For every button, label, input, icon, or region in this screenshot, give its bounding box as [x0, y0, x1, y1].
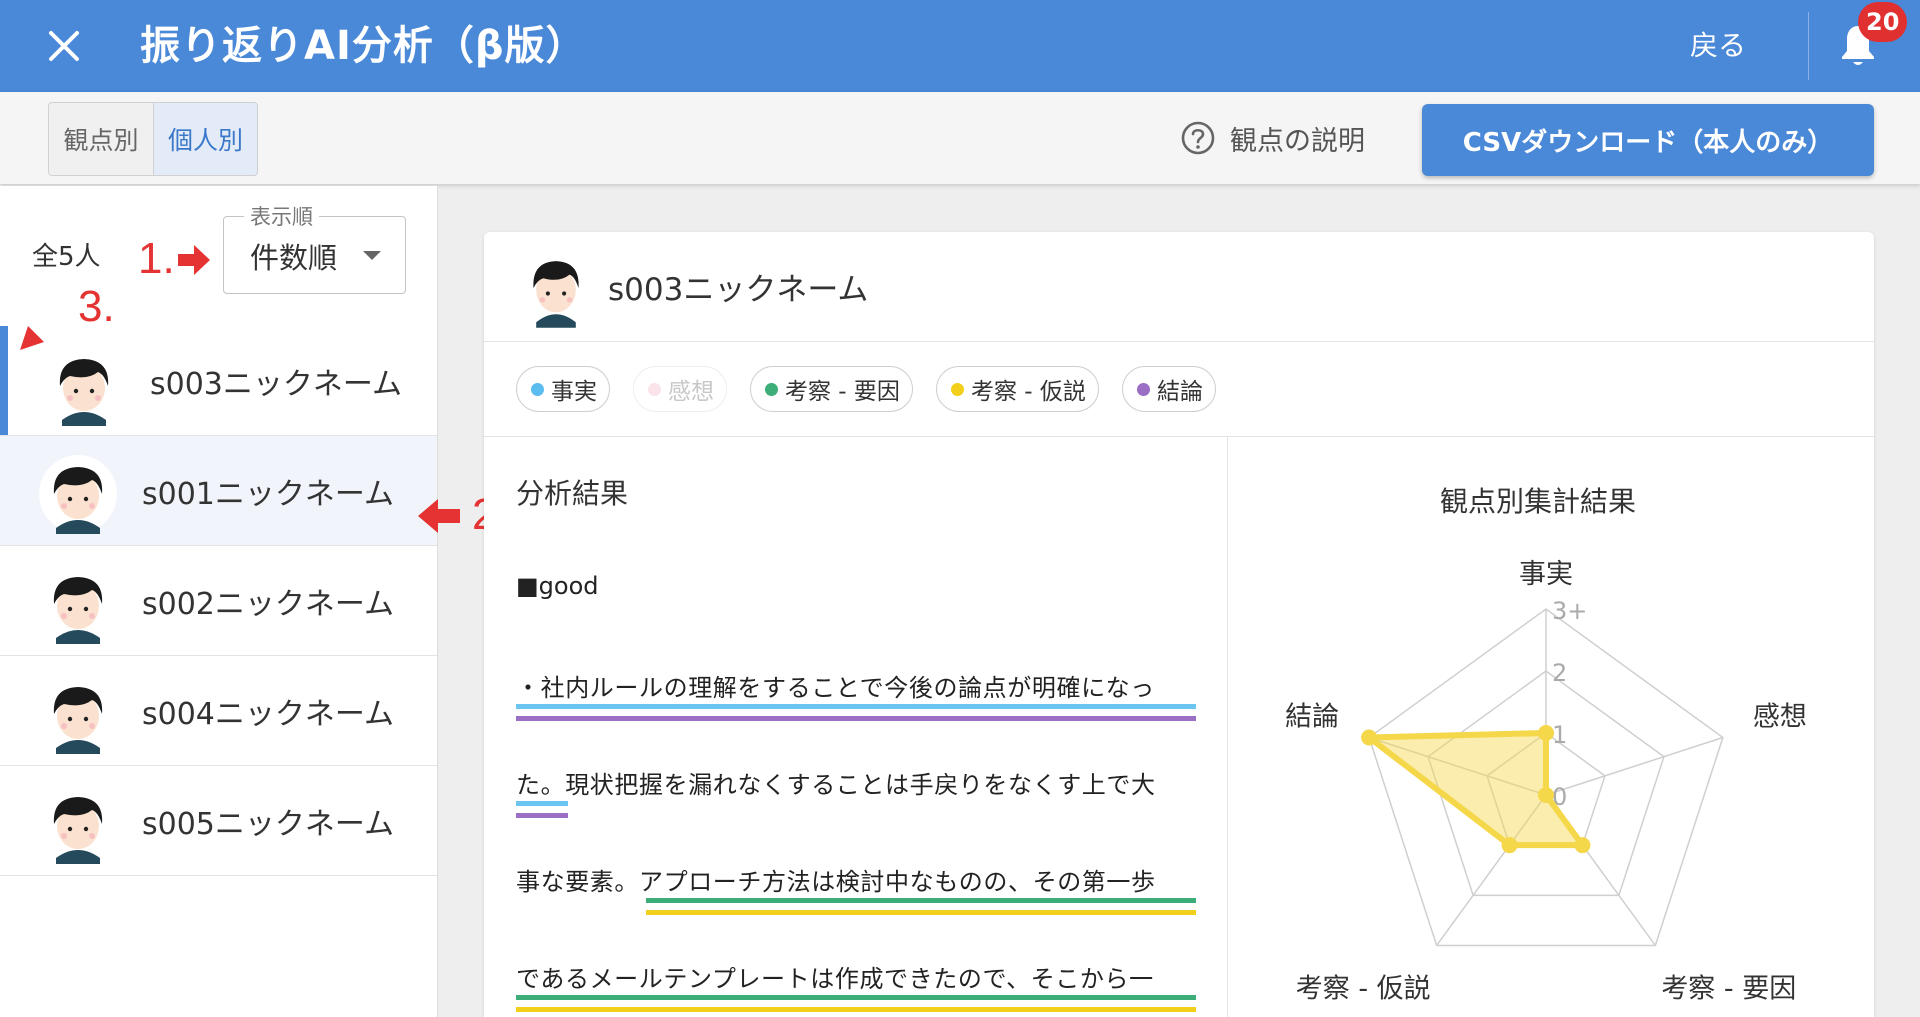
student-count: 全5人 [32, 242, 101, 272]
chip-label: 考察 - 仮説 [971, 379, 1086, 405]
conclusion-underline [516, 813, 568, 818]
chip-hypothesis[interactable]: 考察 - 仮説 [936, 366, 1099, 412]
chip-label: 感想 [668, 379, 714, 405]
annotation-1: 1. [138, 234, 175, 283]
radar-axis-label: 考察 - 仮説 [1296, 973, 1431, 1004]
chip-dot [648, 382, 661, 396]
radar-tick-label: 1 [1552, 721, 1567, 749]
tab-by-viewpoint[interactable]: 観点別 [49, 103, 153, 175]
avatar [53, 577, 103, 644]
fact-underline [516, 801, 568, 806]
viewpoint-filter-chips: 事実 感想 考察 - 要因 考察 - 仮説 結論 [484, 342, 1874, 437]
radar-data-point [1361, 729, 1378, 746]
hypothesis-underline [516, 1007, 1196, 1012]
factor-underline [516, 995, 1196, 1000]
annotation-3: 3. [78, 282, 115, 331]
student-list-item[interactable]: s002ニックネーム [0, 546, 437, 656]
close-icon[interactable] [40, 22, 88, 70]
student-list-item[interactable]: s001ニックネーム [0, 436, 437, 546]
radar-axis-label: 結論 [1285, 702, 1339, 733]
avatar [39, 455, 117, 534]
analysis-line: であるメールテンプレートは作成できたので、そこから一 [516, 965, 1154, 993]
chip-dot [765, 382, 778, 396]
radar-tick-label: 2 [1552, 659, 1567, 687]
chip-dot [1137, 382, 1150, 396]
sort-legend: 表示順 [244, 201, 319, 231]
notification-badge: 20 [1858, 2, 1908, 42]
chip-factor[interactable]: 考察 - 要因 [750, 366, 913, 412]
avatar [53, 797, 103, 864]
page-title: 振り返りAI分析（β版） [140, 23, 587, 69]
dropdown-arrow-icon [363, 251, 381, 260]
chip-label: 事実 [551, 379, 597, 405]
radar-tick-label: 3+ [1552, 597, 1587, 625]
student-list-item[interactable]: s003ニックネーム [0, 326, 437, 436]
card-header: s003ニックネーム [484, 232, 1874, 342]
good-heading: ■good [516, 572, 599, 600]
annotation-arrow-left-icon [418, 499, 460, 533]
radar-axis-label: 感想 [1753, 702, 1807, 733]
conclusion-underline [516, 716, 1196, 721]
avatar [533, 261, 579, 328]
analysis-line: ・社内ルールの理解をすることで今後の論点が明確になっ [516, 674, 1155, 702]
csv-download-button[interactable]: CSVダウンロード（本人のみ） [1422, 104, 1874, 176]
chip-dot [531, 382, 544, 396]
radar-data-point [1538, 787, 1554, 803]
help-label: 観点の説明 [1230, 125, 1365, 157]
avatar [53, 687, 103, 754]
viewpoint-help-link[interactable]: 観点の説明 [1180, 114, 1365, 162]
radar-data-point [1574, 837, 1591, 854]
hypothesis-underline [646, 910, 1196, 915]
student-name: s005ニックネーム [142, 807, 394, 842]
student-name: s003ニックネーム [150, 367, 402, 402]
student-name: s004ニックネーム [142, 697, 394, 732]
student-detail-card: s003ニックネーム 事実 感想 考察 - 要因 考察 - 仮説 結論 分析結果… [484, 232, 1874, 1017]
student-list-item[interactable]: s005ニックネーム [0, 766, 437, 876]
avatar [59, 359, 109, 426]
tab-by-person[interactable]: 個人別 [153, 103, 257, 175]
student-list: s003ニックネーム s001ニックネーム s002ニックネーム s004ニック… [0, 326, 437, 876]
selected-student-name: s003ニックネーム [608, 272, 869, 308]
chip-fact[interactable]: 事実 [516, 366, 610, 412]
help-circle-icon [1181, 121, 1215, 155]
sort-value: 件数順 [250, 241, 338, 275]
toolbar: 観点別 個人別 観点の説明 CSVダウンロード（本人のみ） [0, 92, 1920, 184]
header-divider [1808, 12, 1809, 80]
radar-axis-label: 考察 - 要因 [1661, 973, 1796, 1004]
chip-label: 考察 - 要因 [785, 379, 900, 405]
chip-impression[interactable]: 感想 [633, 366, 727, 412]
app-bar: 振り返りAI分析（β版） 戻る 20 [0, 0, 1920, 92]
radar-data-point [1501, 837, 1518, 854]
sort-select[interactable]: 表示順 件数順 [223, 201, 406, 294]
student-list-item[interactable]: s004ニックネーム [0, 656, 437, 766]
chip-conclusion[interactable]: 結論 [1122, 366, 1216, 412]
analysis-title: 分析結果 [516, 477, 629, 510]
analysis-line: た。現状把握を漏れなくすることは手戻りをなくす上で大 [516, 771, 1156, 799]
student-name: s002ニックネーム [142, 587, 394, 622]
chip-dot [951, 382, 964, 396]
student-name: s001ニックネーム [142, 477, 394, 512]
view-toggle: 観点別 個人別 [48, 102, 258, 176]
radar-chart: 0123+事実感想考察 - 要因考察 - 仮説結論 [1285, 559, 1807, 1004]
radar-axis-label: 事実 [1519, 559, 1573, 590]
analysis-line: 事な要素。アプローチ方法は検討中なものの、その第一歩 [516, 868, 1156, 896]
student-sidebar: 全5人 表示順 件数順 1. 3. s003ニックネーム s001ニックネーム … [0, 186, 438, 1017]
factor-underline [646, 898, 1196, 903]
fact-underline [516, 704, 1196, 709]
radar-spoke [1545, 736, 1724, 796]
radar-data-point [1538, 725, 1554, 741]
back-button[interactable]: 戻る [1690, 22, 1746, 70]
annotation-arrow-right-icon [178, 245, 210, 275]
chip-label: 結論 [1157, 379, 1203, 405]
